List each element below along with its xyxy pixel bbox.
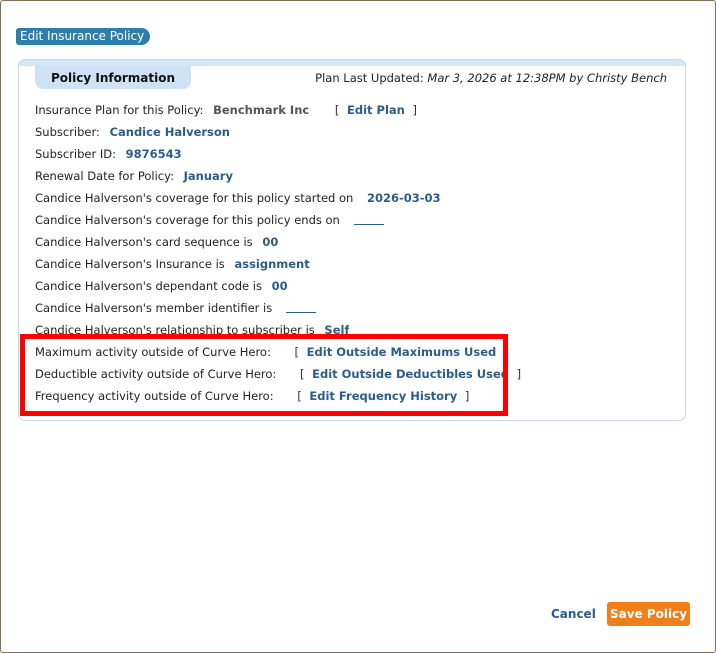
row-maximum-activity: Maximum activity outside of Curve Hero: … bbox=[35, 344, 508, 360]
relationship-value: Self bbox=[324, 323, 350, 334]
deductible-activity-label: Deductible activity outside of Curve Her… bbox=[35, 367, 277, 381]
row-frequency-activity: Frequency activity outside of Curve Hero… bbox=[35, 388, 469, 404]
bracket-close: ] bbox=[412, 103, 418, 117]
dependant-code-value: 00 bbox=[271, 279, 288, 293]
renewal-date-value: January bbox=[183, 169, 233, 183]
row-dependant-code: Candice Halverson's dependant code is 00 bbox=[35, 278, 288, 294]
row-renewal-date: Renewal Date for Policy: January bbox=[35, 168, 233, 184]
bracket-open: [ bbox=[294, 345, 300, 359]
edit-frequency-history-link[interactable]: Edit Frequency History bbox=[309, 389, 457, 403]
row-deductible-activity: Deductible activity outside of Curve Her… bbox=[35, 366, 521, 382]
dependant-code-label: Candice Halverson's dependant code is bbox=[35, 279, 262, 293]
subscriber-value: Candice Halverson bbox=[109, 125, 230, 139]
insurance-type-value: assignment bbox=[234, 257, 310, 271]
member-identifier-label: Candice Halverson's member identifier is bbox=[35, 301, 273, 315]
bracket-close: ] bbox=[464, 389, 470, 403]
bracket-close: ] bbox=[516, 367, 522, 381]
coverage-end-label: Candice Halverson's coverage for this po… bbox=[35, 213, 340, 227]
edit-plan-link[interactable]: Edit Plan bbox=[347, 103, 405, 117]
coverage-start-label: Candice Halverson's coverage for this po… bbox=[35, 191, 354, 205]
cancel-button[interactable]: Cancel bbox=[551, 606, 596, 622]
subscriber-label: Subscriber: bbox=[35, 125, 100, 139]
row-member-identifier: Candice Halverson's member identifier is bbox=[35, 300, 316, 316]
subscriber-id-label: Subscriber ID: bbox=[35, 147, 117, 161]
insurance-type-label: Candice Halverson's Insurance is bbox=[35, 257, 225, 271]
subscriber-id-value: 9876543 bbox=[125, 147, 182, 161]
edit-outside-deductibles-link[interactable]: Edit Outside Deductibles Used bbox=[312, 367, 509, 381]
maximum-activity-label: Maximum activity outside of Curve Hero: bbox=[35, 345, 271, 359]
bracket-open: [ bbox=[297, 389, 302, 403]
card-sequence-value: 00 bbox=[262, 235, 279, 249]
insurance-plan-value: Benchmark Inc bbox=[213, 103, 310, 117]
edit-outside-maximums-link[interactable]: Edit Outside Maximums Used bbox=[307, 345, 497, 359]
member-identifier-empty-value bbox=[285, 312, 316, 313]
bracket-close: ] bbox=[503, 345, 509, 359]
row-relationship: Candice Halverson's relationship to subs… bbox=[35, 322, 349, 334]
frequency-activity-label: Frequency activity outside of Curve Hero… bbox=[35, 389, 274, 403]
plan-updated-label: Plan Last Updated: bbox=[315, 71, 424, 85]
insurance-plan-label: Insurance Plan for this Policy: bbox=[35, 103, 204, 117]
row-insurance-type: Candice Halverson's Insurance is assignm… bbox=[35, 256, 310, 272]
plan-updated-value: Mar 3, 2026 at 12:38PM by Christy Bench bbox=[427, 71, 667, 85]
plan-last-updated: Plan Last Updated: Mar 3, 2026 at 12:38P… bbox=[315, 71, 667, 85]
coverage-start-value: 2026-03-03 bbox=[367, 191, 441, 205]
renewal-date-label: Renewal Date for Policy: bbox=[35, 169, 174, 183]
row-subscriber: Subscriber: Candice Halverson bbox=[35, 124, 230, 140]
row-coverage-end: Candice Halverson's coverage for this po… bbox=[35, 212, 384, 228]
row-card-sequence: Candice Halverson's card sequence is 00 bbox=[35, 234, 278, 250]
save-policy-button[interactable]: Save Policy bbox=[607, 602, 690, 626]
row-coverage-start: Candice Halverson's coverage for this po… bbox=[35, 190, 441, 206]
policy-information-tab: Policy Information bbox=[35, 66, 191, 89]
bracket-open: [ bbox=[299, 367, 305, 381]
row-insurance-plan: Insurance Plan for this Policy: Benchmar… bbox=[35, 102, 417, 118]
coverage-end-empty-value bbox=[353, 224, 384, 225]
row-subscriber-id: Subscriber ID: 9876543 bbox=[35, 146, 182, 162]
card-sequence-label: Candice Halverson's card sequence is bbox=[35, 235, 253, 249]
relationship-label: Candice Halverson's relationship to subs… bbox=[35, 323, 315, 334]
modal-title: Edit Insurance Policy bbox=[16, 28, 151, 45]
bracket-open: [ bbox=[334, 103, 340, 117]
